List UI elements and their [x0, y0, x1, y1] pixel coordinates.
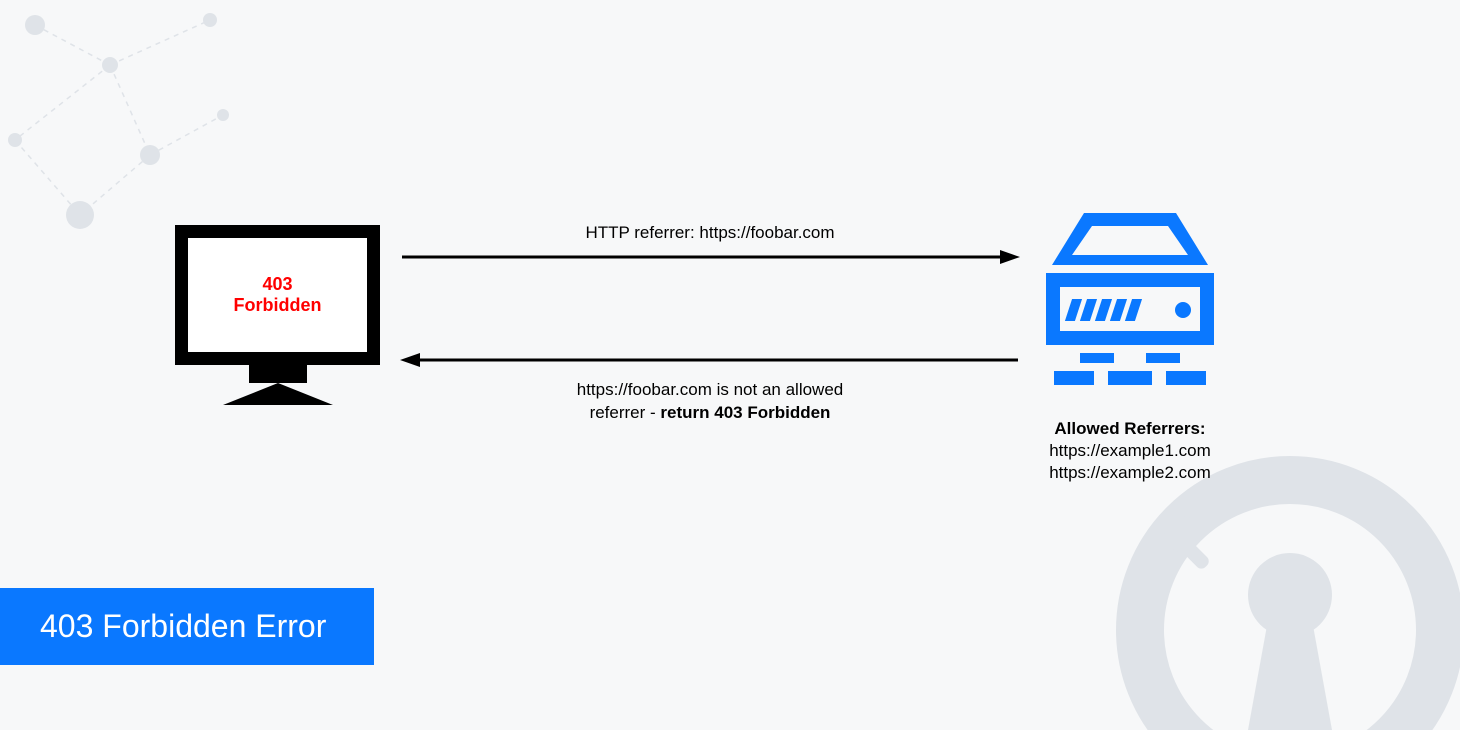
server: Allowed Referrers: https://example1.com …: [1040, 213, 1220, 484]
allowed-referrer-1: https://example1.com: [1040, 440, 1220, 462]
http-status-code: 403: [262, 274, 292, 295]
server-allowlist: Allowed Referrers: https://example1.com …: [1040, 418, 1220, 484]
monitor-frame: 403 Forbidden: [175, 225, 380, 365]
request-label: HTTP referrer: https://foobar.com: [400, 223, 1020, 243]
allowed-referrers-header: Allowed Referrers:: [1040, 418, 1220, 440]
monitor-stand-base: [223, 383, 333, 405]
request-arrow-group: HTTP referrer: https://foobar.com: [400, 223, 1020, 272]
arrow-left-icon: [400, 350, 1020, 370]
response-label: https://foobar.com is not an allowed ref…: [400, 379, 1020, 425]
response-line2-strong: return 403 Forbidden: [660, 403, 830, 422]
client-monitor: 403 Forbidden: [175, 225, 380, 405]
bg-network-decoration: [0, 0, 260, 260]
response-line2-prefix: referrer -: [590, 403, 661, 422]
monitor-stand-neck: [249, 365, 307, 383]
allowed-referrer-2: https://example2.com: [1040, 462, 1220, 484]
server-icon: [1040, 213, 1220, 403]
response-line1: https://foobar.com is not an allowed: [577, 380, 844, 399]
title-banner: 403 Forbidden Error: [0, 588, 374, 665]
http-status-text: Forbidden: [234, 295, 322, 316]
response-arrow-group: https://foobar.com is not an allowed ref…: [400, 350, 1020, 425]
arrow-right-icon: [400, 247, 1020, 267]
monitor-screen: 403 Forbidden: [188, 238, 367, 352]
